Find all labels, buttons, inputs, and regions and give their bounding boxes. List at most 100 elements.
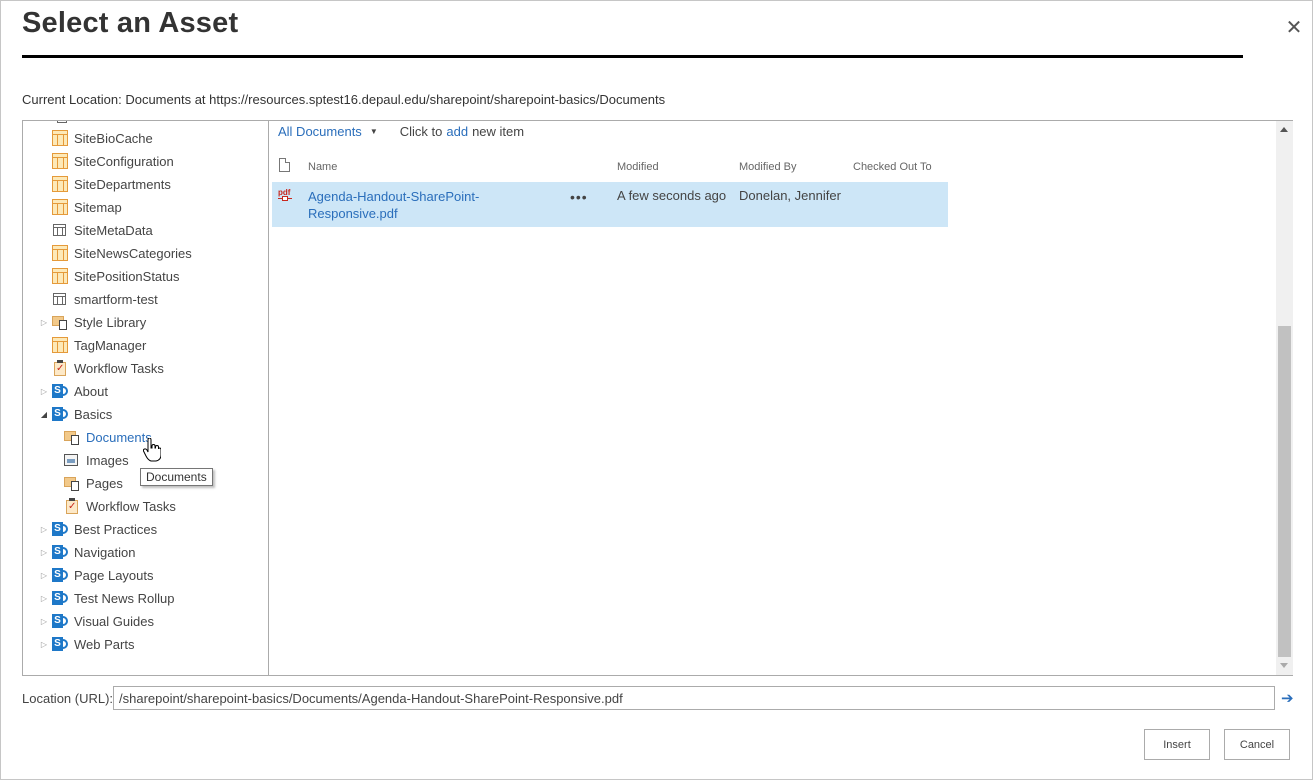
tree-item[interactable]: ▷ S Navigation [39, 542, 136, 562]
tree-item-label: SiteNewsCategories [74, 245, 192, 261]
list-orange-icon [52, 176, 68, 192]
tree-item[interactable]: Documents [51, 427, 152, 447]
list-gray-icon [53, 224, 66, 236]
tree-item-label: Workflow Tasks [74, 360, 164, 376]
document-library-icon [64, 429, 80, 445]
tree-item-label: SiteDepartments [74, 176, 171, 192]
tree-item-label: SiteMetaData [74, 222, 153, 238]
location-url-input[interactable] [113, 686, 1275, 710]
column-header-modified[interactable]: Modified [617, 161, 659, 173]
cancel-button[interactable]: Cancel [1224, 729, 1290, 760]
tree-item-label: Test News Rollup [74, 590, 175, 606]
tree-item[interactable]: ▷ S Visual Guides [39, 611, 154, 631]
tree-item[interactable]: ✓ Workflow Tasks [39, 358, 164, 378]
list-orange-icon [52, 268, 68, 284]
tree-item[interactable]: ▷ S Test News Rollup [39, 588, 175, 608]
tree-item-label: Sitemap [74, 199, 122, 215]
list-orange-icon [52, 199, 68, 215]
column-header-name[interactable]: Name [308, 161, 337, 173]
partial-item-icon [57, 121, 67, 123]
expand-icon[interactable]: ▷ [39, 617, 49, 626]
site-tree: SiteBioCache SiteConfiguration SiteDepartm… [23, 121, 269, 675]
tree-item[interactable]: Pages [51, 473, 123, 493]
add-item-link[interactable]: add [446, 124, 468, 139]
tree-item[interactable]: TagManager [39, 335, 146, 355]
go-arrow-icon[interactable]: ➔ [1281, 689, 1294, 707]
expand-icon[interactable]: ▷ [39, 318, 49, 327]
file-name-line2: Responsive.pdf [308, 206, 398, 221]
collapse-icon[interactable]: ◢ [39, 410, 49, 419]
modified-by-cell: Donelan, Jennifer [739, 188, 841, 203]
title-divider [22, 55, 1243, 58]
vertical-scrollbar[interactable] [1276, 121, 1293, 675]
list-orange-icon [52, 153, 68, 169]
expand-icon[interactable]: ▷ [39, 571, 49, 580]
expand-icon[interactable]: ▷ [39, 548, 49, 557]
tree-item[interactable]: SiteDepartments [39, 174, 171, 194]
tree-item-label: Style Library [74, 314, 147, 330]
sharepoint-site-icon: S [52, 406, 68, 422]
tree-item[interactable]: SiteMetaData [39, 220, 153, 240]
tree-item-label: smartform-test [74, 291, 158, 307]
tree-item[interactable]: ▷ S Best Practices [39, 519, 157, 539]
tree-item-label: Best Practices [74, 521, 158, 537]
sharepoint-site-icon: S [52, 521, 68, 537]
tree-item[interactable]: ▷ Style Library [39, 312, 146, 332]
tree-item[interactable]: smartform-test [39, 289, 158, 309]
more-actions-button[interactable]: ••• [570, 189, 588, 205]
list-orange-icon [52, 337, 68, 353]
asset-browser: SiteBioCache SiteConfiguration SiteDepartm… [22, 120, 1293, 676]
insert-button[interactable]: Insert [1144, 729, 1210, 760]
tree-item[interactable]: ▷ S Page Layouts [39, 565, 154, 585]
tree-item-label: SiteConfiguration [74, 153, 174, 169]
tree-item-label: Basics [74, 406, 113, 422]
expand-icon[interactable]: ▷ [39, 594, 49, 603]
expand-icon[interactable]: ▷ [39, 387, 49, 396]
file-type-icon [279, 158, 290, 172]
tree-item-label: Documents [86, 429, 152, 445]
tree-item-label: Pages [86, 475, 123, 491]
modified-cell: A few seconds ago [617, 188, 727, 203]
file-name-line1: Agenda-Handout-SharePoint- [308, 189, 480, 204]
tree-item[interactable]: Sitemap [39, 197, 122, 217]
tree-item-label: TagManager [74, 337, 147, 353]
tree-item[interactable]: ▷ S About [39, 381, 108, 401]
tree-item[interactable]: SitePositionStatus [39, 266, 180, 286]
images-icon [64, 454, 78, 466]
list-gray-icon [53, 293, 66, 305]
scroll-up-icon[interactable] [1280, 127, 1288, 132]
tree-item[interactable]: SiteNewsCategories [39, 243, 192, 263]
pdf-icon: pdf [278, 188, 292, 204]
file-name-link[interactable]: Agenda-Handout-SharePoint- Responsive.pd… [308, 188, 508, 222]
scroll-down-icon[interactable] [1280, 663, 1288, 668]
tree-item-label: About [74, 383, 108, 399]
tree-item-label: Navigation [74, 544, 136, 560]
tree-item-label: SiteBioCache [74, 130, 153, 146]
tree-item[interactable]: SiteBioCache [39, 128, 153, 148]
tree-item[interactable]: ✓ Workflow Tasks [51, 496, 176, 516]
document-library-icon [52, 314, 68, 330]
sharepoint-site-icon: S [52, 590, 68, 606]
tree-item[interactable]: Images [51, 450, 129, 470]
sharepoint-site-icon: S [52, 544, 68, 560]
tree-item-label: Web Parts [74, 636, 135, 652]
list-orange-icon [52, 130, 68, 146]
tree-item[interactable]: ◢ S Basics [39, 404, 112, 424]
tree-item-label: Images [86, 452, 129, 468]
view-bar: All Documents ▼ Click to add new item [278, 124, 524, 139]
sharepoint-site-icon: S [52, 567, 68, 583]
table-row[interactable]: pdf Agenda-Handout-SharePoint- Responsiv… [272, 182, 948, 227]
document-library: All Documents ▼ Click to add new item Na… [270, 121, 1275, 675]
tree-item-label: SitePositionStatus [74, 268, 180, 284]
column-header-modified-by[interactable]: Modified By [739, 161, 796, 173]
caret-down-icon[interactable]: ▼ [370, 127, 378, 136]
scrollbar-thumb[interactable] [1278, 326, 1291, 657]
close-button[interactable]: ✕ [1284, 18, 1304, 38]
expand-icon[interactable]: ▷ [39, 640, 49, 649]
add-suffix: new item [472, 124, 525, 139]
expand-icon[interactable]: ▷ [39, 525, 49, 534]
column-header-checked-out-to[interactable]: Checked Out To [853, 161, 932, 173]
tree-item[interactable]: SiteConfiguration [39, 151, 174, 171]
view-selector[interactable]: All Documents [278, 124, 362, 139]
tree-item[interactable]: ▷ S Web Parts [39, 634, 135, 654]
